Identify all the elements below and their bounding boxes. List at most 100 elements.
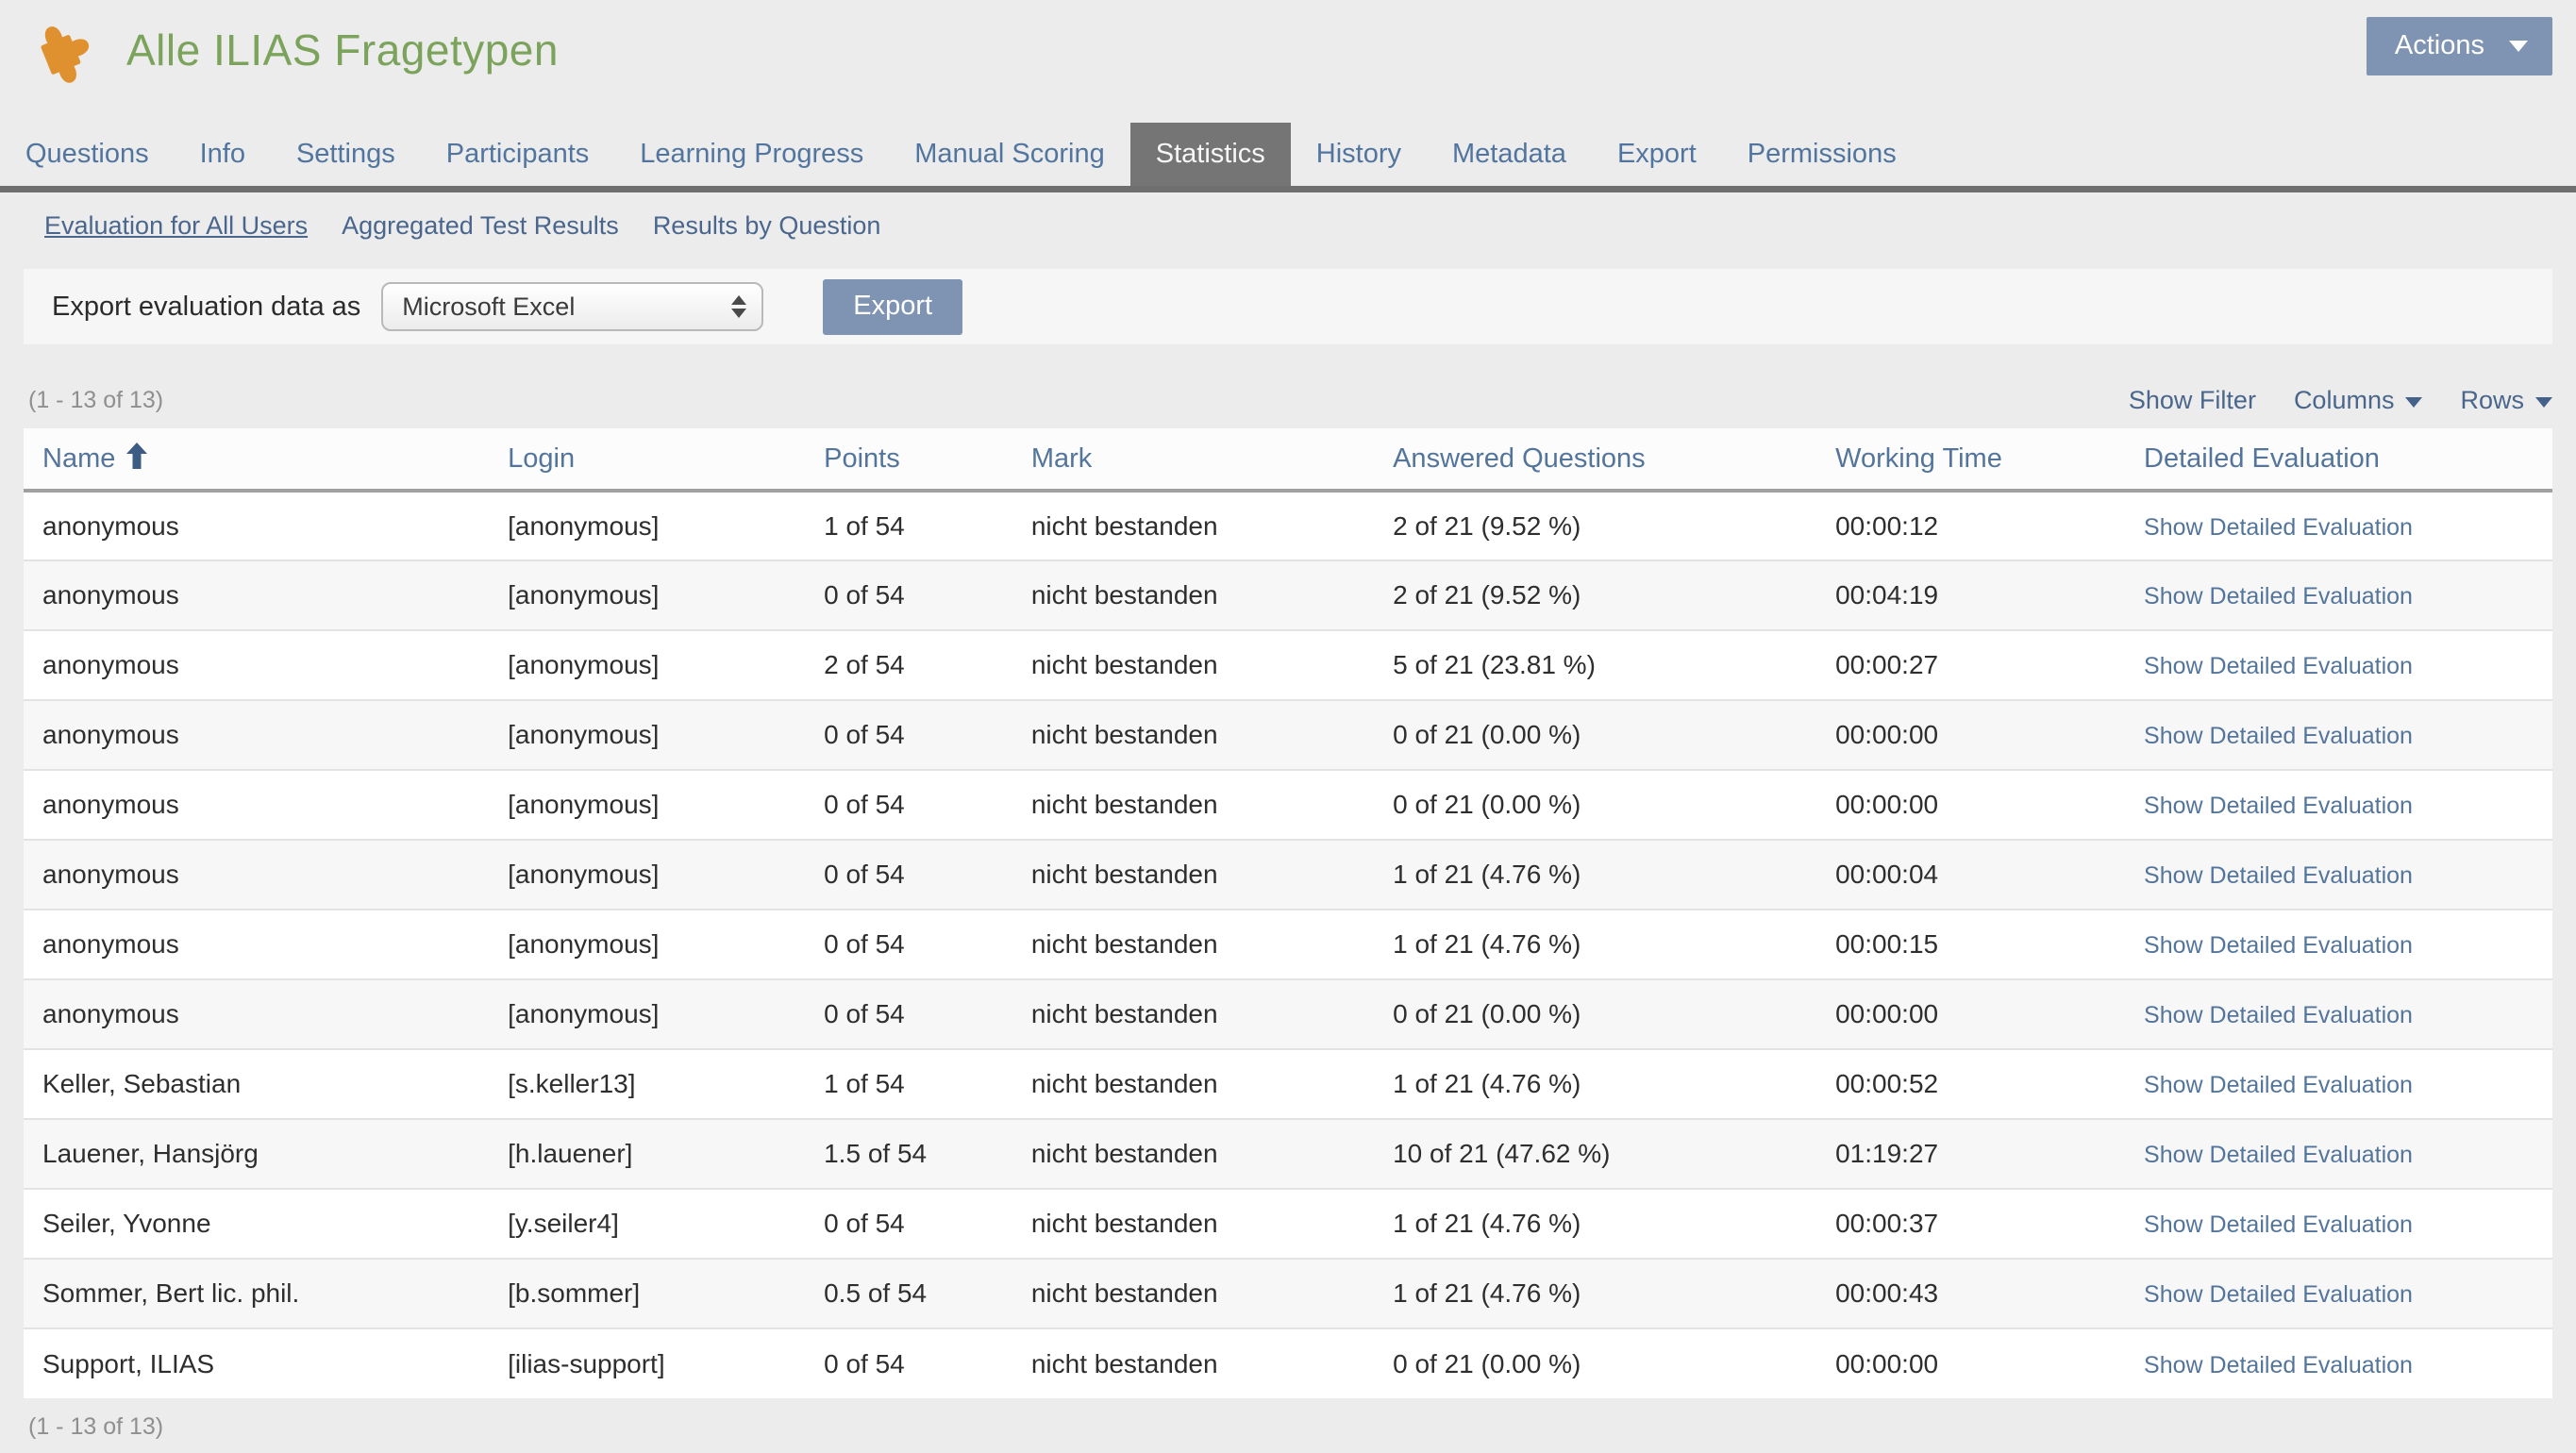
table-row: anonymous[anonymous]0 of 54nicht bestand…	[24, 910, 2552, 979]
cell-working-time: 00:00:00	[1816, 700, 2125, 770]
cell-mark: nicht bestanden	[1012, 630, 1374, 700]
tab-permissions[interactable]: Permissions	[1722, 123, 1922, 186]
tab-history[interactable]: History	[1291, 123, 1427, 186]
show-detailed-evaluation-link[interactable]: Show Detailed Evaluation	[2144, 1352, 2413, 1378]
page-header: Alle ILIAS Fragetypen Actions	[0, 0, 2576, 106]
show-detailed-evaluation-link[interactable]: Show Detailed Evaluation	[2144, 862, 2413, 889]
cell-login: [anonymous]	[489, 840, 805, 910]
select-updown-icon	[731, 295, 746, 318]
tab-learning-progress[interactable]: Learning Progress	[614, 123, 889, 186]
table-row: anonymous[anonymous]2 of 54nicht bestand…	[24, 630, 2552, 700]
show-detailed-evaluation-link[interactable]: Show Detailed Evaluation	[2144, 1281, 2413, 1308]
cell-mark: nicht bestanden	[1012, 910, 1374, 979]
tab-statistics[interactable]: Statistics	[1130, 123, 1291, 186]
export-format-label: Export evaluation data as	[52, 292, 360, 323]
cell-answered-questions: 1 of 21 (4.76 %)	[1374, 1049, 1816, 1119]
export-format-select[interactable]: Microsoft Excel	[381, 282, 763, 331]
show-detailed-evaluation-link[interactable]: Show Detailed Evaluation	[2144, 1072, 2413, 1098]
cell-detailed-evaluation: Show Detailed Evaluation	[2125, 840, 2552, 910]
cell-login: [y.seiler4]	[489, 1189, 805, 1259]
cell-name: Sommer, Bert lic. phil.	[24, 1259, 489, 1328]
cell-name: anonymous	[24, 910, 489, 979]
cell-mark: nicht bestanden	[1012, 1328, 1374, 1398]
show-detailed-evaluation-link[interactable]: Show Detailed Evaluation	[2144, 1142, 2413, 1168]
cell-points: 0 of 54	[805, 770, 1012, 840]
show-detailed-evaluation-link[interactable]: Show Detailed Evaluation	[2144, 793, 2413, 819]
cell-working-time: 00:00:37	[1816, 1189, 2125, 1259]
cell-login: [anonymous]	[489, 770, 805, 840]
show-detailed-evaluation-link[interactable]: Show Detailed Evaluation	[2144, 514, 2413, 541]
cell-points: 0.5 of 54	[805, 1259, 1012, 1328]
cell-working-time: 01:19:27	[1816, 1119, 2125, 1189]
show-detailed-evaluation-link[interactable]: Show Detailed Evaluation	[2144, 723, 2413, 749]
cell-points: 1 of 54	[805, 491, 1012, 560]
cell-working-time: 00:00:12	[1816, 491, 2125, 560]
chevron-down-icon	[2509, 41, 2528, 52]
cell-points: 1 of 54	[805, 1049, 1012, 1119]
tab-settings[interactable]: Settings	[271, 123, 421, 186]
cell-detailed-evaluation: Show Detailed Evaluation	[2125, 910, 2552, 979]
cell-working-time: 00:00:52	[1816, 1049, 2125, 1119]
cell-answered-questions: 1 of 21 (4.76 %)	[1374, 910, 1816, 979]
cell-login: [anonymous]	[489, 700, 805, 770]
table-row: Sommer, Bert lic. phil.[b.sommer]0.5 of …	[24, 1259, 2552, 1328]
tab-manual-scoring[interactable]: Manual Scoring	[889, 123, 1130, 186]
cell-name: anonymous	[24, 491, 489, 560]
tab-info[interactable]: Info	[175, 123, 271, 186]
cell-working-time: 00:00:00	[1816, 770, 2125, 840]
cell-answered-questions: 0 of 21 (0.00 %)	[1374, 1328, 1816, 1398]
show-detailed-evaluation-link[interactable]: Show Detailed Evaluation	[2144, 1211, 2413, 1238]
subtab-results-by-question[interactable]: Results by Question	[653, 211, 881, 241]
column-header-answered-questions[interactable]: Answered Questions	[1374, 428, 1816, 491]
show-detailed-evaluation-link[interactable]: Show Detailed Evaluation	[2144, 583, 2413, 610]
cell-answered-questions: 2 of 21 (9.52 %)	[1374, 491, 1816, 560]
cell-answered-questions: 0 of 21 (0.00 %)	[1374, 770, 1816, 840]
sub-tabbar: Evaluation for All Users Aggregated Test…	[0, 192, 2576, 256]
cell-login: [anonymous]	[489, 630, 805, 700]
cell-detailed-evaluation: Show Detailed Evaluation	[2125, 979, 2552, 1049]
show-detailed-evaluation-link[interactable]: Show Detailed Evaluation	[2144, 932, 2413, 959]
tab-export[interactable]: Export	[1592, 123, 1722, 186]
cell-detailed-evaluation: Show Detailed Evaluation	[2125, 1049, 2552, 1119]
show-filter-link[interactable]: Show Filter	[2129, 386, 2256, 415]
cell-mark: nicht bestanden	[1012, 1119, 1374, 1189]
evaluation-table-section: (1 - 13 of 13) Show Filter Columns Rows …	[24, 386, 2552, 1441]
column-header-points[interactable]: Points	[805, 428, 1012, 491]
tab-metadata[interactable]: Metadata	[1427, 123, 1592, 186]
export-button[interactable]: Export	[823, 279, 962, 335]
cell-points: 1.5 of 54	[805, 1119, 1012, 1189]
show-detailed-evaluation-link[interactable]: Show Detailed Evaluation	[2144, 653, 2413, 679]
subtab-aggregated-test-results[interactable]: Aggregated Test Results	[342, 211, 619, 241]
cell-answered-questions: 1 of 21 (4.76 %)	[1374, 840, 1816, 910]
cell-detailed-evaluation: Show Detailed Evaluation	[2125, 700, 2552, 770]
cell-mark: nicht bestanden	[1012, 700, 1374, 770]
cell-working-time: 00:00:15	[1816, 910, 2125, 979]
show-detailed-evaluation-link[interactable]: Show Detailed Evaluation	[2144, 1002, 2413, 1028]
cell-points: 0 of 54	[805, 979, 1012, 1049]
cell-points: 0 of 54	[805, 1189, 1012, 1259]
table-row: anonymous[anonymous]0 of 54nicht bestand…	[24, 770, 2552, 840]
result-count-bottom: (1 - 13 of 13)	[28, 1413, 2552, 1441]
subtab-evaluation-all-users[interactable]: Evaluation for All Users	[44, 211, 308, 241]
table-row: Lauener, Hansjörg[h.lauener]1.5 of 54nic…	[24, 1119, 2552, 1189]
cell-working-time: 00:00:43	[1816, 1259, 2125, 1328]
cell-working-time: 00:00:27	[1816, 630, 2125, 700]
cell-mark: nicht bestanden	[1012, 560, 1374, 630]
cell-detailed-evaluation: Show Detailed Evaluation	[2125, 630, 2552, 700]
cell-login: [h.lauener]	[489, 1119, 805, 1189]
actions-button[interactable]: Actions	[2367, 17, 2552, 75]
column-header-working-time[interactable]: Working Time	[1816, 428, 2125, 491]
cell-mark: nicht bestanden	[1012, 770, 1374, 840]
actions-button-label: Actions	[2395, 30, 2484, 61]
cell-name: Support, ILIAS	[24, 1328, 489, 1398]
rows-dropdown[interactable]: Rows	[2460, 386, 2552, 415]
column-header-mark[interactable]: Mark	[1012, 428, 1374, 491]
tab-questions[interactable]: Questions	[0, 123, 175, 186]
column-header-login[interactable]: Login	[489, 428, 805, 491]
cell-detailed-evaluation: Show Detailed Evaluation	[2125, 491, 2552, 560]
columns-dropdown[interactable]: Columns	[2294, 386, 2423, 415]
cell-detailed-evaluation: Show Detailed Evaluation	[2125, 770, 2552, 840]
cell-answered-questions: 2 of 21 (9.52 %)	[1374, 560, 1816, 630]
column-header-name[interactable]: Name	[24, 428, 489, 491]
tab-participants[interactable]: Participants	[421, 123, 615, 186]
